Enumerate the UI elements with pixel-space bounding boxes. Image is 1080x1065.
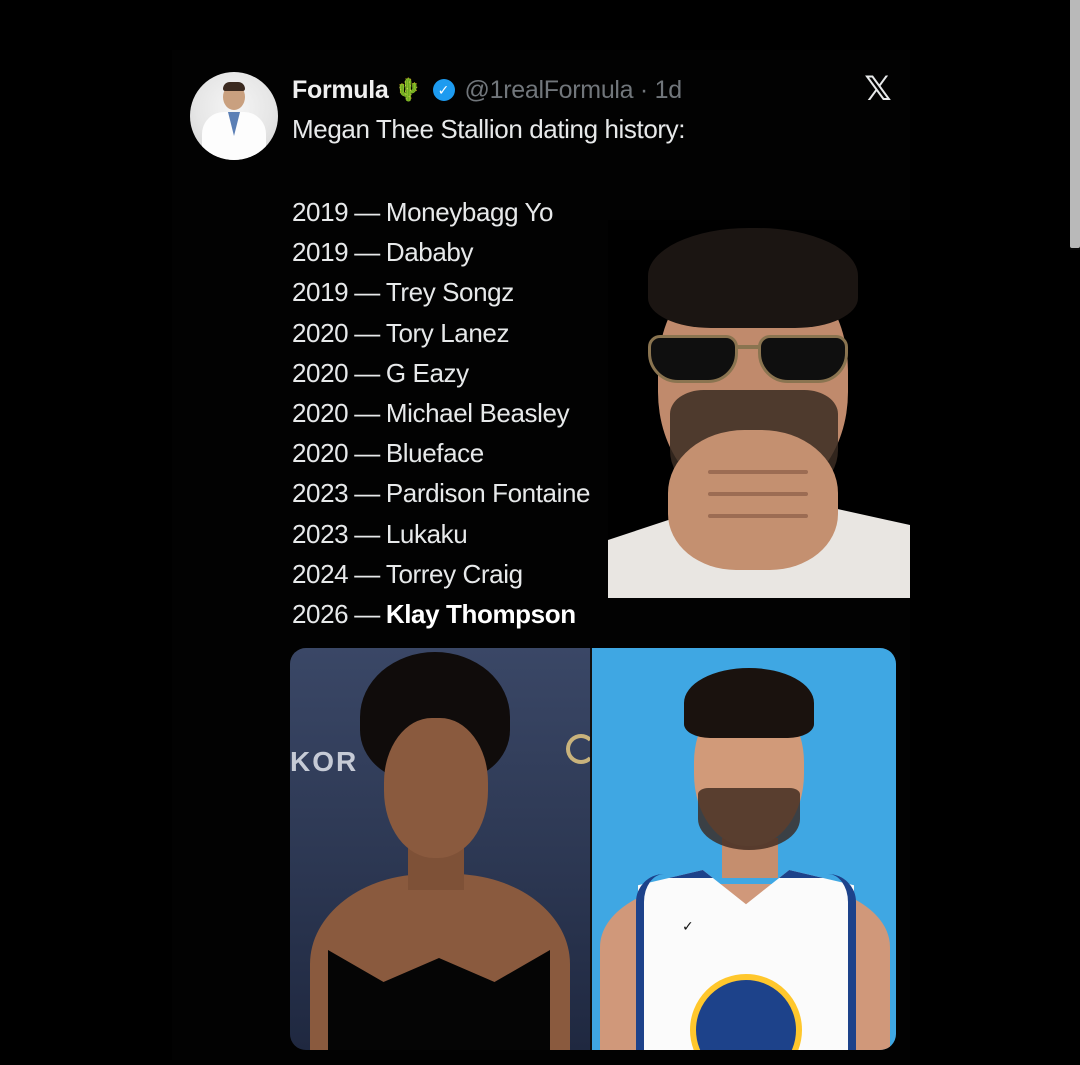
entry-sep: — (354, 237, 380, 268)
entry-name: Pardison Fontaine (385, 478, 591, 509)
entry-year: 2019 (292, 237, 349, 268)
list-item: 2019— Trey Songz (292, 272, 590, 312)
list-item: 2020— G Eazy (292, 353, 590, 393)
entry-sep: — (354, 558, 380, 589)
finger-line (708, 470, 808, 474)
verified-badge-icon: ✓ (432, 79, 455, 101)
entry-year: 2019 (292, 197, 349, 227)
finger-line (708, 514, 808, 518)
avatar[interactable] (190, 72, 278, 160)
entry-sep: — (354, 397, 380, 428)
entry-sep: — (354, 317, 380, 348)
entry-year: 2024 (292, 558, 349, 589)
entry-sep: — (354, 357, 380, 388)
entry-name: Tory Lanez (385, 317, 510, 348)
list-item: 2020— Michael Beasley (292, 393, 590, 433)
entry-year: 2026 (292, 598, 349, 629)
tweet-header: Formula 🌵 ✓ @1realFormula · 1d (292, 74, 682, 106)
entry-name: Moneybagg Yo (385, 197, 554, 227)
entry-name: G Eazy (385, 357, 469, 388)
photo-megan-face (384, 718, 488, 858)
entry-name: Torrey Craig (385, 558, 523, 589)
sunglasses-icon (648, 335, 848, 385)
scrollbar-thumb[interactable] (1070, 0, 1080, 248)
avatar-hair (223, 82, 245, 91)
entry-year: 2023 (292, 518, 349, 549)
tweet-media[interactable]: KOR ✓ (290, 648, 896, 1050)
author-name[interactable]: Formula (292, 76, 389, 105)
finger-line (708, 492, 808, 496)
entry-sep: — (354, 598, 380, 629)
photo-klay-beard (698, 788, 800, 850)
list-item: 2023— Pardison Fontaine (292, 473, 590, 513)
photo-klay[interactable]: ✓ (592, 648, 896, 1050)
backdrop-logo-icon (566, 734, 590, 764)
entry-year: 2023 (292, 478, 349, 509)
list-item: 2023— Lukaku (292, 514, 590, 554)
entry-sep: — (354, 438, 380, 469)
entry-name: Trey Songz (385, 277, 514, 308)
tweet-card: Formula 🌵 ✓ @1realFormula · 1d 𝕏 Megan T… (172, 50, 910, 1060)
list-item: 2024— Torrey Craig (292, 554, 590, 594)
x-logo-icon: 𝕏 (864, 70, 892, 108)
entry-name: Michael Beasley (385, 397, 570, 428)
entry-sep: — (354, 197, 380, 227)
reaction-image (608, 220, 910, 598)
backdrop-sign-text: KOR (290, 746, 359, 777)
photo-klay-hair (684, 668, 814, 738)
entry-year: 2020 (292, 317, 349, 348)
entry-year: 2020 (292, 357, 349, 388)
entry-sep: — (354, 277, 380, 308)
reaction-hair (648, 228, 858, 328)
entry-sep: — (354, 518, 380, 549)
cactus-icon: 🌵 (394, 77, 423, 102)
list-item: 2026— Klay Thompson (292, 594, 590, 634)
list-item: 2020— Blueface (292, 433, 590, 473)
photo-megan[interactable]: KOR (290, 648, 590, 1050)
entry-year: 2019 (292, 277, 349, 308)
entry-name: Blueface (385, 438, 484, 469)
swoosh-icon: ✓ (682, 918, 694, 934)
author-handle[interactable]: @1realFormula · 1d (465, 76, 683, 105)
entry-sep: — (354, 478, 380, 509)
entry-year: 2020 (292, 438, 349, 469)
entry-name: Dababy (385, 237, 474, 268)
tweet-text: Megan Thee Stallion dating history: (292, 114, 686, 144)
sunglasses-left-lens (648, 335, 738, 383)
list-item: 2019— Moneybagg Yo (292, 192, 590, 232)
sunglasses-right-lens (758, 335, 848, 383)
dating-history-list: 2019— Moneybagg Yo 2019— Dababy 2019— Trey So… (292, 192, 590, 634)
reaction-clasped-hands (668, 430, 838, 570)
list-item: 2019— Dababy (292, 232, 590, 272)
list-item: 2020— Tory Lanez (292, 313, 590, 353)
entry-name: Klay Thompson (385, 598, 576, 629)
entry-name: Lukaku (385, 518, 468, 549)
entry-year: 2020 (292, 397, 349, 428)
